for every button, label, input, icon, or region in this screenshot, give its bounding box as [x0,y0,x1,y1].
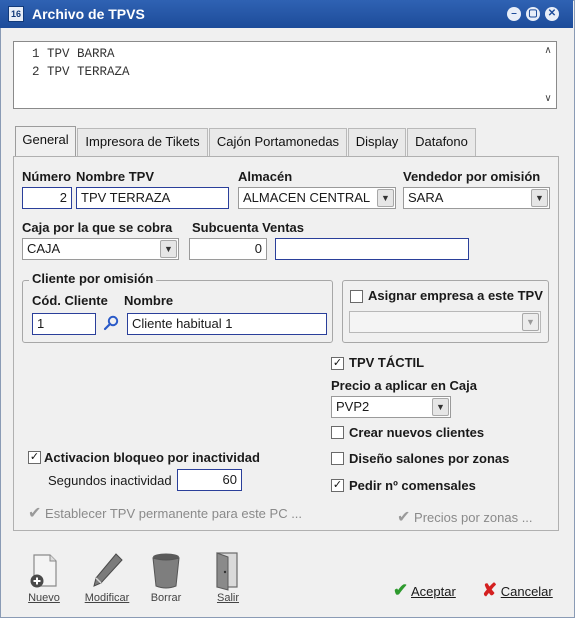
chevron-down-icon[interactable]: ▼ [432,398,449,416]
precio-label: Precio a aplicar en Caja [331,378,477,393]
tab-general[interactable]: General [15,126,76,157]
maximize-button[interactable]: ▢ [526,7,540,21]
cancelar-label: Cancelar [500,584,553,599]
door-exit-icon [216,552,238,591]
modificar-button[interactable]: Modificar [79,548,135,610]
salir-label: Salir [216,592,239,604]
check-icon: ✔ [397,509,411,526]
vendedor-select[interactable]: SARA ▼ [403,187,550,209]
tab-cajon[interactable]: Cajón Portamonedas [209,128,347,156]
tpv-tactil-label[interactable]: TPV TÁCTIL [349,355,424,370]
nuevo-button[interactable]: Nuevo [16,548,72,610]
tab-display[interactable]: Display [348,128,406,156]
vendedor-label: Vendedor por omisión [403,169,541,184]
diseno-salones-checkbox[interactable] [331,452,344,465]
tab-datafono[interactable]: Datafono [407,128,476,156]
empresa-select[interactable]: ▼ [349,311,541,333]
chevron-down-icon[interactable]: ▼ [377,189,394,207]
precios-zonas-button[interactable]: ✔ Precios por zonas ... [397,507,533,527]
subcuenta-field[interactable]: 0 [189,238,267,260]
almacen-label: Almacén [238,169,293,184]
crear-clientes-checkbox[interactable] [331,426,344,439]
app-icon: 16 [8,6,24,22]
caja-value: CAJA [27,241,61,256]
vendedor-value: SARA [408,190,444,205]
new-document-icon [30,554,57,588]
precio-select[interactable]: PVP2 ▼ [331,396,451,418]
borrar-button[interactable]: Borrar [138,548,194,610]
numero-field[interactable]: 2 [22,187,72,209]
borrar-label: Borrar [150,592,182,604]
check-icon: ✔ [393,580,409,600]
asignar-empresa-checkbox[interactable] [350,290,363,303]
list-item[interactable]: 2 TPV TERRAZA [32,65,130,79]
caja-label: Caja por la que se cobra [22,220,173,235]
precio-value: PVP2 [336,399,370,414]
tpv-tactil-checkbox[interactable]: ✓ [331,357,344,370]
cliente-group-title: Cliente por omisión [29,271,157,286]
tpv-list[interactable]: 1 TPV BARRA 2 TPV TERRAZA ∧ ∨ [13,41,557,109]
diseno-salones-label[interactable]: Diseño salones por zonas [349,451,509,466]
list-item[interactable]: 1 TPV BARRA [32,47,115,61]
nombre-tpv-field[interactable]: TPV TERRAZA [76,187,229,209]
tab-impresora[interactable]: Impresora de Tikets [77,128,208,156]
trash-icon [152,553,180,589]
precios-zonas-label: Precios por zonas ... [414,510,533,525]
nombre-cliente-field[interactable]: Cliente habitual 1 [127,313,327,335]
chevron-down-icon[interactable]: ▼ [160,240,177,258]
asignar-empresa-label[interactable]: Asignar empresa a este TPV [368,288,543,303]
title-bar[interactable]: 16 Archivo de TPVS – ▢ ✕ [0,0,573,28]
segundos-field[interactable]: 60 [177,469,242,491]
establecer-tpv-label: Establecer TPV permanente para este PC .… [45,506,303,521]
minimize-button[interactable]: – [507,7,521,21]
nombre-cliente-label: Nombre [124,293,174,308]
chevron-down-icon[interactable]: ▼ [531,189,548,207]
cross-icon: ✘ [482,580,498,600]
pedir-comensales-label[interactable]: Pedir nº comensales [349,478,476,493]
subcuenta-description-field[interactable] [275,238,469,260]
chevron-down-icon[interactable]: ▼ [522,313,539,331]
aceptar-button[interactable]: ✔ Aceptar [393,580,456,601]
almacen-select[interactable]: ALMACEN CENTRAL ▼ [238,187,396,209]
close-button[interactable]: ✕ [545,7,559,21]
search-icon[interactable] [102,314,120,332]
modificar-label: Modificar [84,592,130,604]
cod-cliente-label: Cód. Cliente [32,293,108,308]
nuevo-label: Nuevo [28,592,60,604]
almacen-value: ALMACEN CENTRAL [243,190,371,205]
check-icon: ✔ [28,505,42,522]
nombre-tpv-label: Nombre TPV [76,169,155,184]
window-title: Archivo de TPVS [32,6,145,22]
aceptar-label: Aceptar [411,584,456,599]
caja-select[interactable]: CAJA ▼ [22,238,179,260]
scroll-down-icon[interactable]: ∨ [542,93,554,105]
salir-button[interactable]: Salir [200,548,256,610]
activacion-bloqueo-label[interactable]: Activacion bloqueo por inactividad [44,450,260,465]
pedir-comensales-checkbox[interactable]: ✓ [331,479,344,492]
scroll-up-icon[interactable]: ∧ [542,45,554,57]
establecer-tpv-button[interactable]: ✔ Establecer TPV permanente para este PC… [28,503,302,523]
cancelar-button[interactable]: ✘ Cancelar [482,580,553,601]
segundos-label: Segundos inactividad [48,473,172,488]
numero-label: Número [22,169,72,184]
crear-clientes-label[interactable]: Crear nuevos clientes [349,425,484,440]
cod-cliente-field[interactable]: 1 [32,313,96,335]
pencil-icon [93,553,123,587]
subcuenta-label: Subcuenta Ventas [192,220,304,235]
activacion-bloqueo-checkbox[interactable]: ✓ [28,451,41,464]
